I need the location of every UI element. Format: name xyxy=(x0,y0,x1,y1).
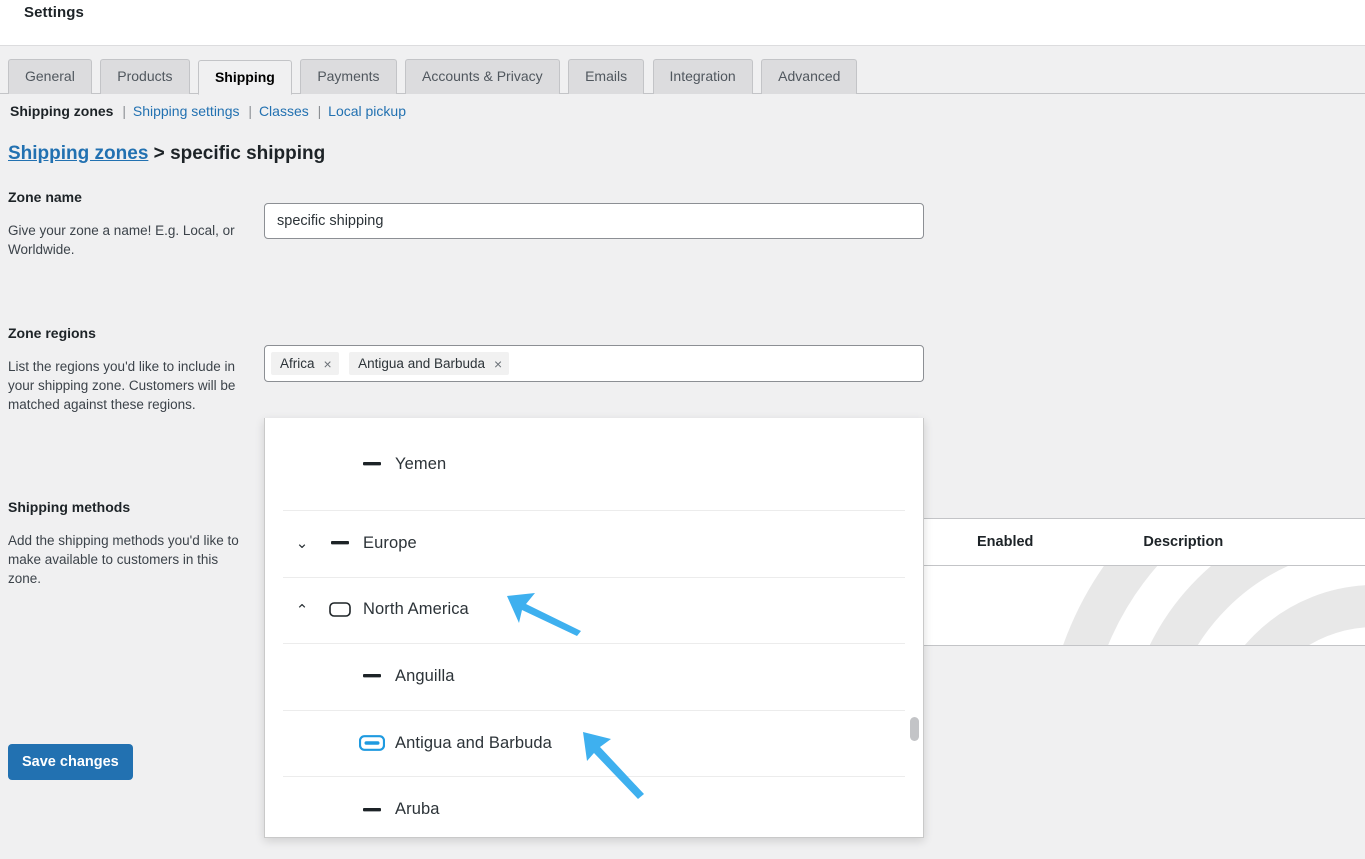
breadcrumb-current: specific shipping xyxy=(170,143,326,164)
zone-regions-description: List the regions you'd like to include i… xyxy=(8,359,236,412)
shipping-subnav: Shipping zones | Shipping settings | Cla… xyxy=(0,94,1365,119)
remove-chip-icon[interactable]: × xyxy=(324,357,332,371)
breadcrumb: Shipping zones > specific shipping xyxy=(0,119,1365,165)
dropdown-option-label: Anguilla xyxy=(395,666,455,685)
dropdown-scrollbar-thumb[interactable] xyxy=(910,717,919,741)
decorative-arcs-graphic xyxy=(1063,566,1365,645)
subnav-separator-2: | xyxy=(248,103,253,119)
chevron-up-icon[interactable]: ⌃ xyxy=(287,601,317,619)
breadcrumb-separator: > xyxy=(153,143,165,164)
subnav-item-local-pickup[interactable]: Local pickup xyxy=(328,103,406,119)
shipping-methods-label: Shipping methods xyxy=(8,499,131,515)
dropdown-option-aruba[interactable]: Aruba xyxy=(265,776,923,837)
zone-name-description: Give your zone a name! E.g. Local, or Wo… xyxy=(8,223,235,257)
checkbox-selected-icon[interactable] xyxy=(349,734,395,752)
zone-regions-label: Zone regions xyxy=(8,325,96,341)
tab-products[interactable]: Products xyxy=(100,59,190,94)
dropdown-option-europe[interactable]: ⌄ Europe xyxy=(265,510,923,577)
column-header-enabled: Enabled xyxy=(977,534,1034,550)
tab-shipping[interactable]: Shipping xyxy=(197,60,292,95)
checkbox-unchecked-icon[interactable] xyxy=(317,602,363,618)
subnav-separator-1: | xyxy=(122,103,126,119)
save-changes-button[interactable]: Save changes xyxy=(8,744,133,780)
region-chip-antigua-and-barbuda[interactable]: Antigua and Barbuda × xyxy=(349,352,510,375)
tab-advanced[interactable]: Advanced xyxy=(761,59,858,94)
page-title: Settings xyxy=(24,4,84,21)
subnav-item-shipping-settings[interactable]: Shipping settings xyxy=(133,103,240,119)
dash-icon[interactable] xyxy=(317,534,363,552)
zone-regions-field-wrap: Africa × Antigua and Barbuda × xyxy=(264,345,924,382)
zone-name-input[interactable] xyxy=(264,203,924,239)
region-chip-africa[interactable]: Africa × xyxy=(271,352,339,375)
tab-general[interactable]: General xyxy=(8,59,92,94)
zone-regions-dropdown[interactable]: Yemen ⌄ Europe ⌃ North America Anguilla … xyxy=(264,418,924,838)
region-chip-label: Antigua and Barbuda xyxy=(358,356,486,371)
dropdown-option-anguilla[interactable]: Anguilla xyxy=(265,643,923,710)
tab-integration[interactable]: Integration xyxy=(652,59,753,94)
tab-accounts-privacy[interactable]: Accounts & Privacy xyxy=(405,59,560,94)
zone-regions-token-input[interactable]: Africa × Antigua and Barbuda × xyxy=(264,345,924,382)
dropdown-option-antigua-and-barbuda[interactable]: Antigua and Barbuda xyxy=(265,709,923,777)
dash-icon[interactable] xyxy=(349,801,395,819)
dropdown-option-label: North America xyxy=(363,600,469,619)
subnav-item-shipping-zones[interactable]: Shipping zones xyxy=(10,103,113,119)
dropdown-option-yemen[interactable]: Yemen xyxy=(265,418,923,510)
breadcrumb-link-shipping-zones[interactable]: Shipping zones xyxy=(8,143,148,164)
dash-icon[interactable] xyxy=(349,455,395,473)
column-header-description: Description xyxy=(1143,534,1224,550)
dropdown-scrollbar[interactable] xyxy=(910,422,919,833)
dropdown-option-label: Yemen xyxy=(395,454,447,473)
subnav-item-classes[interactable]: Classes xyxy=(259,103,309,119)
remove-chip-icon[interactable]: × xyxy=(494,357,502,371)
zone-name-label: Zone name xyxy=(8,189,82,205)
tab-emails[interactable]: Emails xyxy=(568,59,645,94)
shipping-methods-description: Add the shipping methods you'd like to m… xyxy=(8,533,239,586)
tab-payments[interactable]: Payments xyxy=(300,59,397,94)
app-header: Settings xyxy=(0,0,1365,46)
dropdown-option-label: Aruba xyxy=(395,800,440,819)
dropdown-option-label: Europe xyxy=(363,533,417,552)
dropdown-option-label: Antigua and Barbuda xyxy=(395,733,552,752)
chevron-down-icon[interactable]: ⌄ xyxy=(287,534,317,552)
dash-icon[interactable] xyxy=(349,667,395,685)
settings-tab-bar: General Products Shipping Payments Accou… xyxy=(0,46,1365,95)
zone-name-field-wrap xyxy=(264,203,924,239)
dropdown-option-north-america[interactable]: ⌃ North America xyxy=(265,576,923,644)
region-chip-label: Africa xyxy=(280,356,315,371)
subnav-separator-3: | xyxy=(317,103,322,119)
